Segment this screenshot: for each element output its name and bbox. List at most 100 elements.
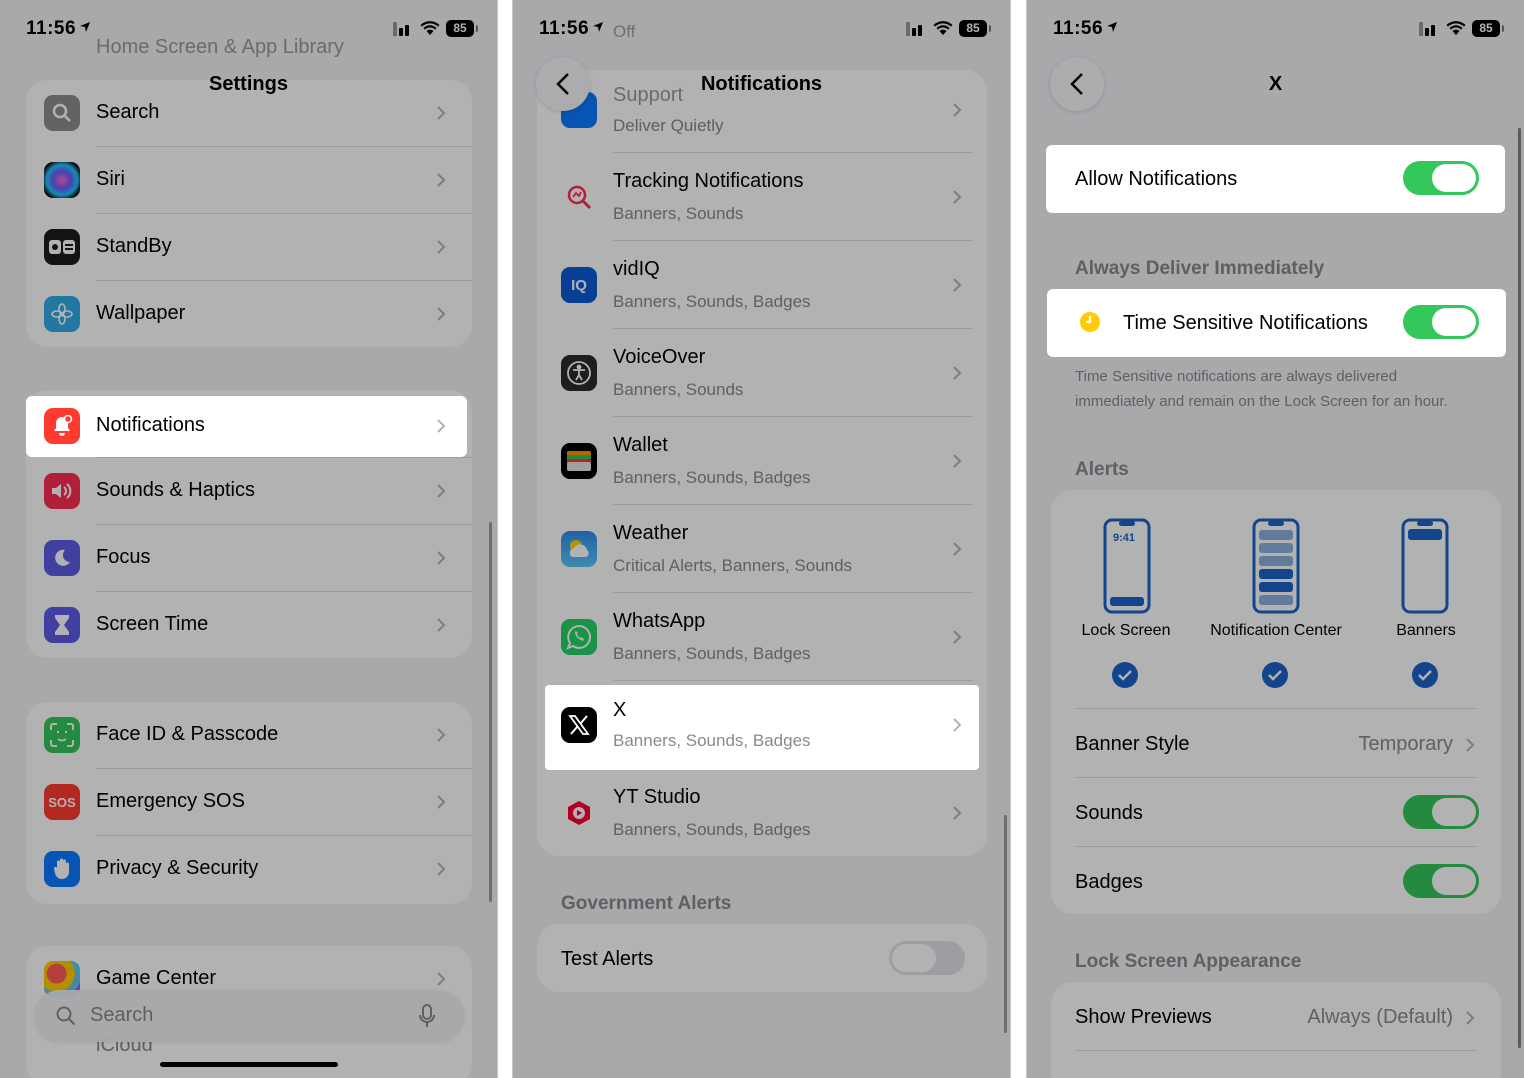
checkmark-icon [1262,662,1288,688]
chevron-right-icon [437,728,446,742]
search-bar[interactable]: Search [34,990,464,1042]
government-alerts-group: Test Alerts [537,924,987,992]
section-header-lock-screen-appearance: Lock Screen Appearance [1075,951,1302,972]
allow-notifications-toggle[interactable] [1403,161,1479,195]
app-row-vidiq[interactable]: IQ vidIQ Banners, Sounds, Badges [537,241,987,329]
banner-style-row[interactable]: Banner Style Temporary [1051,709,1501,777]
checkmark-icon [1412,662,1438,688]
app-name: Weather [613,522,689,544]
status-time: 11:56 [539,18,604,40]
test-alerts-toggle[interactable] [889,941,965,975]
settings-item-focus[interactable]: Focus [26,525,472,591]
chevron-right-icon [953,542,962,556]
wifi-icon [1446,21,1466,35]
settings-item-sounds[interactable]: Sounds & Haptics [26,458,472,524]
show-previews-row[interactable]: Show Previews Always (Default) [1051,982,1501,1050]
alert-style-banners[interactable]: Banners [1351,490,1501,700]
app-alert-summary: Deliver Quietly [613,116,724,135]
settings-item-screen-time[interactable]: Screen Time [26,592,472,658]
scrollbar[interactable] [489,522,492,902]
sounds-row: Sounds [1051,778,1501,846]
chevron-right-icon [953,806,962,820]
app-row-x[interactable]: X Banners, Sounds, Badges [545,685,979,770]
chevron-right-icon [437,484,446,498]
cellular-signal-icon [906,22,922,36]
settings-item-standby[interactable]: StandBy [26,214,472,280]
chevron-right-icon [953,630,962,644]
settings-item-emergency-sos[interactable]: SOS Emergency SOS [26,769,472,835]
time-sensitive-row: Time Sensitive Notifications [1047,289,1506,357]
app-alert-summary: Banners, Sounds, Badges [613,292,811,311]
chevron-right-icon [437,240,446,254]
standby-icon [44,229,80,265]
hourglass-icon [44,607,80,643]
page-title: X [1268,73,1283,95]
chevron-right-icon [1466,738,1475,752]
status-bar: 11:56 85 [1027,0,1524,60]
settings-item-label: Focus [96,546,151,568]
badges-toggle[interactable] [1403,864,1479,898]
banner-style-value: Temporary [1358,733,1453,755]
search-input[interactable]: Search [90,1004,153,1027]
app-row-voiceover[interactable]: VoiceOver Banners, Sounds [537,329,987,417]
chevron-right-icon [437,618,446,632]
alert-style-lock-screen[interactable]: 9:41 Lock Screen [1051,490,1201,700]
app-row-yt-studio[interactable]: YT Studio Banners, Sounds, Badges [537,769,987,856]
whatsapp-app-icon [561,619,597,655]
microphone-icon[interactable] [419,1004,435,1028]
settings-item-wallpaper[interactable]: Wallpaper [26,281,472,347]
chevron-right-icon [437,862,446,876]
settings-item-privacy[interactable]: Privacy & Security [26,836,472,902]
app-name: WhatsApp [613,610,706,632]
alert-style-label: Banners [1396,622,1456,639]
allow-notifications-label: Allow Notifications [1075,168,1238,190]
checkmark-icon [1112,662,1138,688]
allow-notifications-row: Allow Notifications [1046,145,1505,213]
settings-item-label: Screen Time [96,613,209,635]
app-alert-summary: Banners, Sounds, Badges [613,468,811,487]
page-title: Notifications [700,73,823,95]
settings-screen: 11:56 85 Home Screen & App Library Setti… [0,0,498,1078]
settings-item-notifications[interactable]: Notifications [26,396,467,457]
settings-item-label: Sounds & Haptics [96,479,255,501]
alert-style-label: Lock Screen [1081,622,1171,639]
settings-item-label: Privacy & Security [96,857,259,879]
settings-item-face-id[interactable]: Face ID & Passcode [26,702,472,768]
app-name: VoiceOver [613,346,706,368]
wifi-icon [420,21,440,35]
phone-notification-center-icon [1252,518,1300,614]
scrollbar[interactable] [1004,815,1007,1033]
accessibility-icon [561,355,597,391]
time-sensitive-toggle[interactable] [1403,305,1479,339]
page-title: Settings [209,73,288,95]
app-row-whatsapp[interactable]: WhatsApp Banners, Sounds, Badges [537,593,987,681]
phone-banners-icon [1401,518,1449,614]
sounds-toggle[interactable] [1403,795,1479,829]
chevron-right-icon [953,278,962,292]
home-indicator [160,1062,338,1067]
chevron-right-icon [953,103,962,117]
app-row-weather[interactable]: Weather Critical Alerts, Banners, Sounds [537,505,987,593]
notifications-screen: 11:56 85 Off Notifications Support Deliv… [512,0,1011,1078]
sounds-label: Sounds [1075,802,1143,824]
moon-icon [44,540,80,576]
app-row-tracking-notifications[interactable]: Tracking Notifications Banners, Sounds [537,153,987,241]
battery-indicator: 85 [959,20,991,37]
chevron-right-icon [1466,1011,1475,1025]
status-time: 11:56 [1053,18,1118,40]
scrollbar[interactable] [1518,128,1521,1048]
alert-style-notification-center[interactable]: Notification Center [1201,490,1351,700]
app-name: X [613,699,627,721]
show-previews-label: Show Previews [1075,1006,1212,1028]
sos-icon: SOS [44,784,80,820]
settings-item-siri[interactable]: Siri [26,147,472,213]
settings-item-label: StandBy [96,235,172,257]
clock-icon [1080,312,1100,332]
app-alert-summary: Banners, Sounds, Badges [613,644,811,663]
alert-style-label: Notification Center [1210,622,1342,639]
chevron-right-icon [437,551,446,565]
app-row-wallet[interactable]: Wallet Banners, Sounds, Badges [537,417,987,505]
location-arrow-icon [80,22,91,32]
section-header-alerts: Alerts [1075,459,1129,480]
wifi-icon [933,21,953,35]
